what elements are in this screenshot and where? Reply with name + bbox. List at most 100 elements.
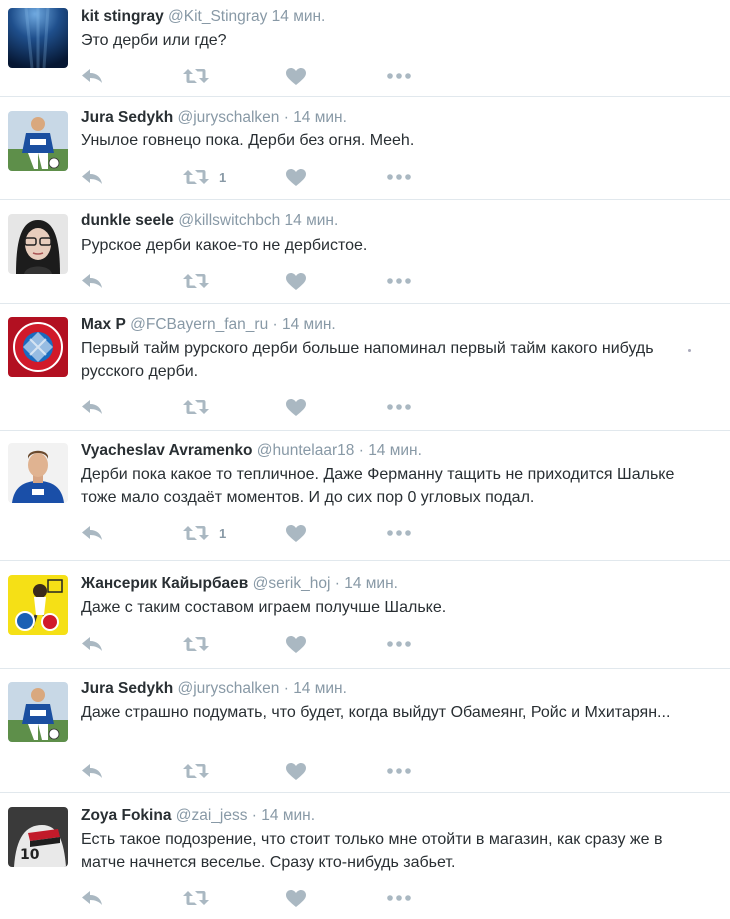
reply-button[interactable] [81, 66, 103, 86]
timestamp[interactable]: 14 мин. [293, 109, 347, 126]
more-button[interactable] [387, 761, 411, 781]
user-name[interactable]: Jura Sedykh [81, 680, 173, 697]
avatar[interactable] [8, 575, 68, 635]
more-button[interactable] [387, 634, 411, 654]
tweet-text: Первый тайм рурского дерби больше напоми… [81, 340, 654, 380]
like-button[interactable] [286, 167, 306, 187]
tweet-text: Дерби пока какое то тепличное. Даже Ферм… [81, 466, 675, 506]
timestamp[interactable]: 14 мин. [293, 680, 347, 697]
retweet-button[interactable] [183, 66, 219, 86]
avatar[interactable] [8, 317, 68, 377]
tweet-text: Это дерби или где? [81, 32, 227, 49]
like-button[interactable] [286, 761, 306, 781]
retweet-button[interactable] [183, 888, 219, 908]
reply-icon [81, 169, 103, 185]
retweet-button[interactable]: 1 [183, 167, 226, 187]
user-name[interactable]: kit stingray [81, 8, 164, 25]
user-name[interactable]: Jura Sedykh [81, 109, 173, 126]
reply-icon [81, 273, 103, 289]
separator-dot: · [272, 316, 278, 333]
reply-button[interactable] [81, 761, 103, 781]
more-button[interactable] [387, 888, 411, 908]
user-name[interactable]: Max P [81, 316, 126, 333]
avatar[interactable] [8, 214, 68, 274]
like-button[interactable] [286, 888, 306, 908]
tweet: Жансерик Кайырбаев @serik_hoj · 14 мин. … [0, 561, 730, 669]
retweet-button[interactable] [183, 634, 219, 654]
avatar[interactable] [8, 111, 68, 171]
tweet-actions [81, 66, 441, 86]
tweet-actions [81, 397, 441, 417]
more-dots-icon [387, 641, 411, 647]
tweet-header: Zoya Fokina @zai_jess · 14 мин. [81, 806, 315, 826]
user-name[interactable]: dunkle seele [81, 212, 174, 229]
avatar[interactable] [8, 8, 68, 68]
like-button[interactable] [286, 397, 306, 417]
reply-button[interactable] [81, 397, 103, 417]
user-name[interactable]: Жансерик Кайырбаев [81, 575, 248, 592]
retweet-button[interactable] [183, 761, 219, 781]
heart-icon [286, 67, 306, 85]
user-handle[interactable]: @huntelaar18 [257, 442, 355, 459]
more-button[interactable] [387, 271, 411, 291]
user-name[interactable]: Vyacheslav Avramenko [81, 442, 252, 459]
retweet-button[interactable] [183, 271, 219, 291]
heart-icon [286, 635, 306, 653]
more-button[interactable] [387, 523, 411, 543]
tweet-actions [81, 271, 441, 291]
tweet: Max P @FCBayern_fan_ru · 14 мин. Первый … [0, 304, 730, 431]
timestamp[interactable]: 14 мин. [344, 575, 398, 592]
reply-icon [81, 399, 103, 415]
tweet-actions [81, 888, 441, 908]
user-handle[interactable]: @serik_hoj [253, 575, 331, 592]
like-button[interactable] [286, 634, 306, 654]
timestamp[interactable]: 14 мин. [368, 442, 422, 459]
user-name[interactable]: Zoya Fokina [81, 807, 171, 824]
more-dots-icon [387, 895, 411, 901]
tweet-header: Jura Sedykh @juryschalken · 14 мин. [81, 679, 347, 699]
tweet-actions [81, 761, 441, 781]
more-dots-icon [387, 278, 411, 284]
reply-button[interactable] [81, 634, 103, 654]
tweet: 10 Zoya Fokina @zai_jess · 14 мин. Есть … [0, 793, 730, 919]
retweet-count: 1 [219, 169, 227, 185]
separator-dot: · [283, 109, 289, 126]
more-button[interactable] [387, 66, 411, 86]
more-dots-icon [387, 404, 411, 410]
reply-button[interactable] [81, 888, 103, 908]
more-button[interactable] [387, 397, 411, 417]
reply-icon [81, 636, 103, 652]
avatar[interactable]: 10 [8, 807, 68, 867]
timestamp[interactable]: 14 мин. [261, 807, 315, 824]
more-button[interactable] [387, 167, 411, 187]
heart-icon [286, 168, 306, 186]
tweet-header: Jura Sedykh @juryschalken · 14 мин. [81, 108, 347, 128]
user-handle[interactable]: @killswitchbch [178, 212, 280, 229]
tweet: Jura Sedykh @juryschalken · 14 мин. Даже… [0, 669, 730, 793]
reply-button[interactable] [81, 271, 103, 291]
timestamp[interactable]: 14 мин. [272, 8, 326, 25]
timestamp[interactable]: 14 мин. [285, 212, 339, 229]
user-handle[interactable]: @zai_jess [176, 807, 248, 824]
like-button[interactable] [286, 271, 306, 291]
timestamp[interactable]: 14 мин. [282, 316, 336, 333]
avatar[interactable] [8, 443, 68, 503]
avatar[interactable] [8, 682, 68, 742]
reply-icon [81, 68, 103, 84]
retweet-icon [183, 525, 209, 541]
like-button[interactable] [286, 66, 306, 86]
tweet: Jura Sedykh @juryschalken · 14 мин. Уныл… [0, 97, 730, 200]
user-handle[interactable]: @juryschalken [178, 680, 280, 697]
tweet-text: Есть такое подозрение, что стоит только … [81, 831, 663, 871]
tweet-header: dunkle seele @killswitchbch 14 мин. [81, 211, 338, 231]
retweet-button[interactable] [183, 397, 219, 417]
tweet-header: kit stingray @Kit_Stingray 14 мин. [81, 7, 325, 27]
like-button[interactable] [286, 523, 306, 543]
retweet-button[interactable]: 1 [183, 523, 226, 543]
user-handle[interactable]: @juryschalken [178, 109, 280, 126]
reply-button[interactable] [81, 167, 103, 187]
user-handle[interactable]: @Kit_Stingray [168, 8, 267, 25]
reply-button[interactable] [81, 523, 103, 543]
heart-icon [286, 889, 306, 907]
user-handle[interactable]: @FCBayern_fan_ru [130, 316, 268, 333]
